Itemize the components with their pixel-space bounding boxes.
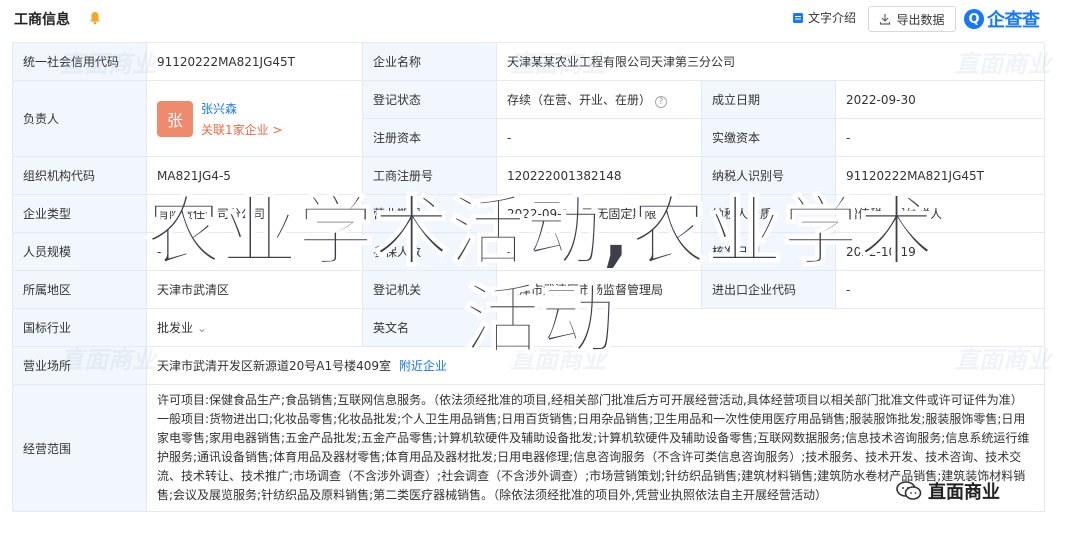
section-header: 工商信息 文字介绍 导出数据 Q 企查查 [0,0,1080,38]
legal-person-label: 负责人 [12,80,147,157]
company-name-value: 天津某某农业工程有限公司天津第三分公司 [495,42,1046,81]
text-intro-label: 文字介绍 [808,11,857,25]
reg-no-label: 工商注册号 [362,156,497,195]
export-icon [880,14,891,25]
authority-label: 登记机关 [362,270,497,309]
paid-capital-value: - [834,118,1046,157]
chevron-down-icon[interactable]: ⌄ [197,321,207,335]
industry-label: 国标行业 [12,308,147,347]
business-info-table: 统一社会信用代码 91120222MA821JG45T 企业名称 天津某某农业工… [12,42,1046,512]
staff-value: - [146,232,363,271]
address-value: 天津市武清开发区新源道20号A1号楼409室 [157,359,392,373]
avatar[interactable]: 张 [157,100,193,137]
legal-person-cell: 张 张兴森 关联1家企业 > [146,80,363,157]
paid-capital-label: 实缴资本 [701,118,836,157]
related-company-link[interactable]: 关联1家企业 > [201,121,283,138]
table-row: 组织机构代码 MA821JG4-5 工商注册号 120222001382148 … [12,156,1046,195]
taxpayer-label: 纳税人识别号 [701,156,836,195]
person-name-link[interactable]: 张兴森 [201,100,283,117]
table-row: 国标行业 批发业 ⌄ 英文名 [12,308,1046,347]
reg-status-cell: 存续（在营、开业、在册）? [496,80,702,119]
credit-code-value: 91120222MA821JG45T [146,42,363,81]
approval-label: 核准日期 [701,232,836,271]
wechat-label: 直面商业 [928,482,1000,503]
insured-label: 参保人数 [362,232,497,271]
table-row: 经营范围 许可项目:保健食品生产;食品销售;互联网信息服务。（依法须经批准的项目… [12,384,1046,512]
wechat-icon [896,481,922,500]
table-row: 人员规模 - 参保人数 - 核准日期 2022-10-19 [12,232,1046,271]
insured-value: - [496,232,702,271]
established-value: 2022-09-30 [834,80,1046,119]
text-intro-link[interactable]: 文字介绍 [792,9,856,26]
region-label: 所属地区 [12,270,147,309]
term-label: 营业期限 [362,194,497,233]
table-row: 统一社会信用代码 91120222MA821JG45T 企业名称 天津某某农业工… [12,42,1046,81]
reg-no-value: 120222001382148 [496,156,702,195]
section-title: 工商信息 [14,12,70,28]
help-icon[interactable]: ? [655,96,668,108]
import-export-value: - [834,270,1046,309]
address-cell: 天津市武清开发区新源道20号A1号楼409室 附近企业 [145,346,1046,385]
export-label: 导出数据 [896,12,945,27]
table-row: 所属地区 天津市武清区 登记机关 天津市武清区市场监督管理局 进出口企业代码 - [12,270,1046,309]
logo-text: 企查查 [987,10,1040,31]
document-icon [793,12,803,23]
english-name-label: 英文名 [362,308,497,347]
english-name-value [495,308,1046,347]
reg-status-value: 存续（在营、开业、在册） [507,93,652,107]
logo-mark-icon: Q [964,9,984,29]
scope-label: 经营范围 [12,384,147,512]
approval-value: 2022-10-19 [834,232,1046,271]
import-export-label: 进出口企业代码 [701,270,836,309]
org-code-label: 组织机构代码 [12,156,147,195]
export-data-button[interactable]: 导出数据 [868,6,956,32]
qichacha-logo[interactable]: Q 企查查 [964,6,1040,32]
industry-cell[interactable]: 批发业 ⌄ [146,308,363,347]
org-code-value: MA821JG4-5 [146,156,363,195]
region-value: 天津市武清区 [146,270,363,309]
term-value: 2022-09-30 至 无固定期限 [496,194,702,233]
nearby-companies-link[interactable]: 附近企业 [399,359,447,373]
table-row: 负责人 张 张兴森 关联1家企业 > 登记状态 存续（在营、开业、在册）? 成立… [12,80,1046,157]
taxpayer-value: 91120222MA821JG45T [834,156,1046,195]
table-row: 企业类型 有限责任公司分公司 营业期限 2022-09-30 至 无固定期限 纳… [12,194,1046,233]
bell-icon[interactable] [88,11,102,25]
authority-value: 天津市武清区市场监督管理局 [496,270,702,309]
taxpayer-quality-label: 纳税人资质 [701,194,836,233]
reg-status-label: 登记状态 [362,80,497,119]
company-type-label: 企业类型 [12,194,147,233]
industry-value: 批发业 [157,321,194,335]
established-label: 成立日期 [701,80,836,119]
reg-capital-value: - [496,118,702,157]
staff-label: 人员规模 [12,232,147,271]
company-name-label: 企业名称 [362,42,497,81]
wechat-badge: 直面商业 [896,478,1000,504]
table-row: 营业场所 天津市武清开发区新源道20号A1号楼409室 附近企业 [12,346,1046,385]
taxpayer-quality-value: 增值税一般纳税人 [834,194,1046,233]
company-type-value: 有限责任公司分公司 [146,194,363,233]
reg-capital-label: 注册资本 [362,118,497,157]
credit-code-label: 统一社会信用代码 [12,42,147,81]
address-label: 营业场所 [12,346,147,385]
